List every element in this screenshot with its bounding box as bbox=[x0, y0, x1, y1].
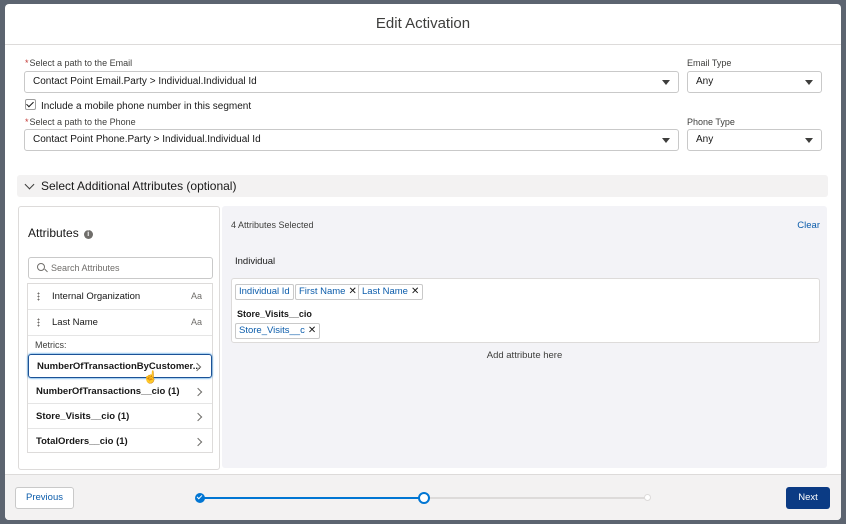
chevron-right-icon bbox=[193, 387, 203, 397]
previous-button[interactable]: Previous bbox=[15, 487, 74, 509]
edit-activation-modal: Edit Activation *Select a path to the Em… bbox=[5, 4, 841, 520]
pill-label: Store_Visits__c bbox=[239, 325, 305, 336]
selected-count: 4 Attributes Selected bbox=[231, 220, 314, 230]
attribute-item-last-name[interactable]: Last Name Aa bbox=[28, 310, 212, 336]
metric-item-number-of-transactions[interactable]: NumberOfTransactions__cio (1) bbox=[28, 380, 212, 404]
progress-fill bbox=[199, 497, 424, 499]
attribute-label: Internal Organization bbox=[52, 291, 141, 302]
remove-icon[interactable]: ✕ bbox=[348, 286, 356, 297]
chevron-right-icon bbox=[193, 412, 203, 422]
section-title: Select Additional Attributes (optional) bbox=[41, 179, 237, 193]
metric-label: NumberOfTransactionByCustomer... bbox=[37, 361, 201, 372]
add-attribute-hint: Add attribute here bbox=[486, 350, 563, 361]
required-marker: * bbox=[25, 58, 29, 68]
phone-type-label: Phone Type bbox=[687, 117, 735, 127]
email-type-select[interactable]: Any bbox=[687, 71, 822, 93]
pill-label: Individual Id bbox=[239, 286, 290, 297]
drag-handle-icon[interactable] bbox=[37, 292, 40, 301]
search-placeholder: Search Attributes bbox=[51, 263, 120, 273]
phone-path-select[interactable]: Contact Point Phone.Party > Individual.I… bbox=[24, 129, 679, 151]
include-phone-label: Include a mobile phone number in this se… bbox=[41, 101, 252, 112]
metric-item-store-visits[interactable]: Store_Visits__cio (1) bbox=[28, 405, 212, 429]
chevron-down-icon bbox=[805, 80, 813, 85]
attribute-label: Last Name bbox=[52, 317, 98, 328]
chevron-down-icon bbox=[805, 138, 813, 143]
phone-path-label: *Select a path to the Phone bbox=[25, 117, 136, 127]
chevron-down-icon bbox=[24, 179, 35, 190]
pill-label: Last Name bbox=[362, 286, 408, 297]
remove-icon[interactable]: ✕ bbox=[308, 325, 316, 336]
metric-label: Store_Visits__cio (1) bbox=[36, 411, 130, 422]
modal-footer: Previous Next bbox=[5, 474, 841, 520]
drag-handle-icon[interactable] bbox=[37, 318, 40, 327]
attributes-panel: Attributes i Search Attributes Internal O… bbox=[18, 206, 220, 470]
metric-item-total-orders[interactable]: TotalOrders__cio (1) bbox=[28, 430, 212, 454]
email-path-select[interactable]: Contact Point Email.Party > Individual.I… bbox=[24, 71, 679, 93]
chevron-down-icon bbox=[662, 138, 670, 143]
pill-individual-id[interactable]: Individual Id bbox=[235, 284, 294, 300]
pill-label: First Name bbox=[299, 286, 346, 297]
phone-type-select[interactable]: Any bbox=[687, 129, 822, 151]
text-type-icon: Aa bbox=[190, 317, 202, 327]
search-icon bbox=[37, 263, 45, 271]
modal-title: Edit Activation bbox=[5, 4, 841, 45]
email-path-value: Contact Point Email.Party > Individual.I… bbox=[33, 76, 257, 87]
selected-attributes-dropzone[interactable]: Individual Id First Name ✕ Last Name ✕ Sto… bbox=[231, 278, 820, 343]
chevron-right-icon bbox=[193, 437, 203, 447]
next-button[interactable]: Next bbox=[786, 487, 830, 509]
email-type-value: Any bbox=[696, 76, 714, 87]
additional-attributes-section-toggle[interactable]: Select Additional Attributes (optional) bbox=[17, 175, 828, 197]
metrics-label: Metrics: bbox=[35, 340, 67, 350]
required-marker: * bbox=[25, 117, 29, 127]
search-attributes-input[interactable]: Search Attributes bbox=[28, 257, 213, 279]
email-path-label: *Select a path to the Email bbox=[25, 58, 133, 68]
clear-link[interactable]: Clear bbox=[797, 220, 820, 231]
include-phone-row[interactable]: Include a mobile phone number in this se… bbox=[25, 99, 251, 112]
pill-last-name[interactable]: Last Name ✕ bbox=[358, 284, 424, 300]
selected-attributes-panel: 4 Attributes Selected Clear Individual I… bbox=[222, 206, 827, 468]
metric-label: NumberOfTransactions__cio (1) bbox=[36, 386, 180, 397]
subgroup-label-store-visits: Store_Visits__cio bbox=[237, 309, 312, 319]
chevron-down-icon bbox=[662, 80, 670, 85]
progress-step-1-complete[interactable] bbox=[195, 493, 205, 503]
attribute-item-internal-organization[interactable]: Internal Organization Aa bbox=[28, 284, 212, 310]
group-label-individual: Individual bbox=[235, 256, 276, 267]
metric-item-number-of-transaction-by-customer[interactable]: NumberOfTransactionByCustomer... ☝ bbox=[28, 354, 212, 384]
pill-first-name[interactable]: First Name ✕ bbox=[295, 284, 361, 300]
pill-store-visits[interactable]: Store_Visits__c ✕ bbox=[235, 323, 321, 339]
attributes-title: Attributes i bbox=[28, 226, 93, 240]
include-phone-checkbox[interactable] bbox=[25, 99, 36, 110]
text-type-icon: Aa bbox=[190, 291, 202, 301]
metric-label: TotalOrders__cio (1) bbox=[36, 436, 128, 447]
attributes-list: Internal Organization Aa Last Name Aa Me… bbox=[27, 283, 213, 453]
phone-path-value: Contact Point Phone.Party > Individual.I… bbox=[33, 134, 261, 145]
email-type-label: Email Type bbox=[687, 58, 732, 68]
remove-icon[interactable]: ✕ bbox=[411, 286, 419, 297]
info-icon[interactable]: i bbox=[83, 230, 93, 239]
progress-step-2-current[interactable] bbox=[418, 492, 430, 504]
phone-type-value: Any bbox=[696, 134, 714, 145]
progress-step-3[interactable] bbox=[644, 494, 651, 501]
